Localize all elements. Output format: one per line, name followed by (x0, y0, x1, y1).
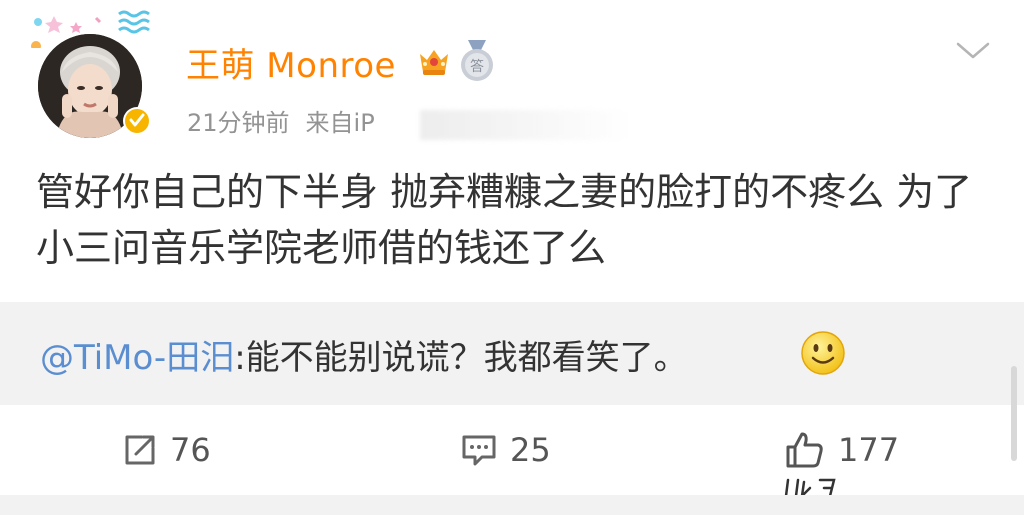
repost-count: 76 (170, 431, 211, 469)
repost-text: :能不能别说谎？我都看笑了。 (234, 338, 688, 378)
card-bottom-divider (0, 495, 1024, 515)
chevron-down-icon[interactable] (955, 38, 991, 62)
avatar-area[interactable] (24, 8, 154, 138)
comment-count: 25 (510, 431, 551, 469)
post-meta: 21分钟前 来自iP (187, 103, 375, 138)
scrollbar-thumb[interactable] (1011, 366, 1017, 461)
comment-icon (462, 435, 496, 466)
post-text: 管好你自己的下半身 抛弃糟糠之妻的脸打的不疼么 为了小三问音乐学院老师借的钱还了… (36, 170, 973, 270)
post-source: 来自iP (305, 109, 375, 137)
repost-content: @TiMo-田汨:能不能别说谎？我都看笑了。 (40, 330, 688, 379)
svg-text:答: 答 (470, 58, 484, 75)
post-time: 21分钟前 (187, 109, 290, 137)
weibo-post-card: 王萌 Monroe 答 21分钟前 来自iP 管好你自己的下半身 抛弃糟糠之妻的脸… (0, 0, 1024, 515)
mention-link[interactable]: @TiMo-田汨 (40, 338, 234, 378)
comment-button[interactable]: 25 (460, 428, 551, 472)
verified-badge-icon (123, 107, 151, 135)
source-blur-overlay (420, 110, 630, 140)
smiley-emoji-icon (801, 331, 845, 375)
like-count: 177 (838, 431, 900, 469)
like-button[interactable]: 177 (784, 428, 899, 472)
username[interactable]: 王萌 Monroe (186, 38, 396, 87)
repost-button[interactable]: 76 (122, 428, 211, 472)
medal-icon[interactable]: 答 (458, 40, 496, 82)
thumbs-up-icon (786, 432, 823, 468)
crown-member-icon[interactable] (415, 42, 453, 80)
share-icon (125, 435, 155, 465)
